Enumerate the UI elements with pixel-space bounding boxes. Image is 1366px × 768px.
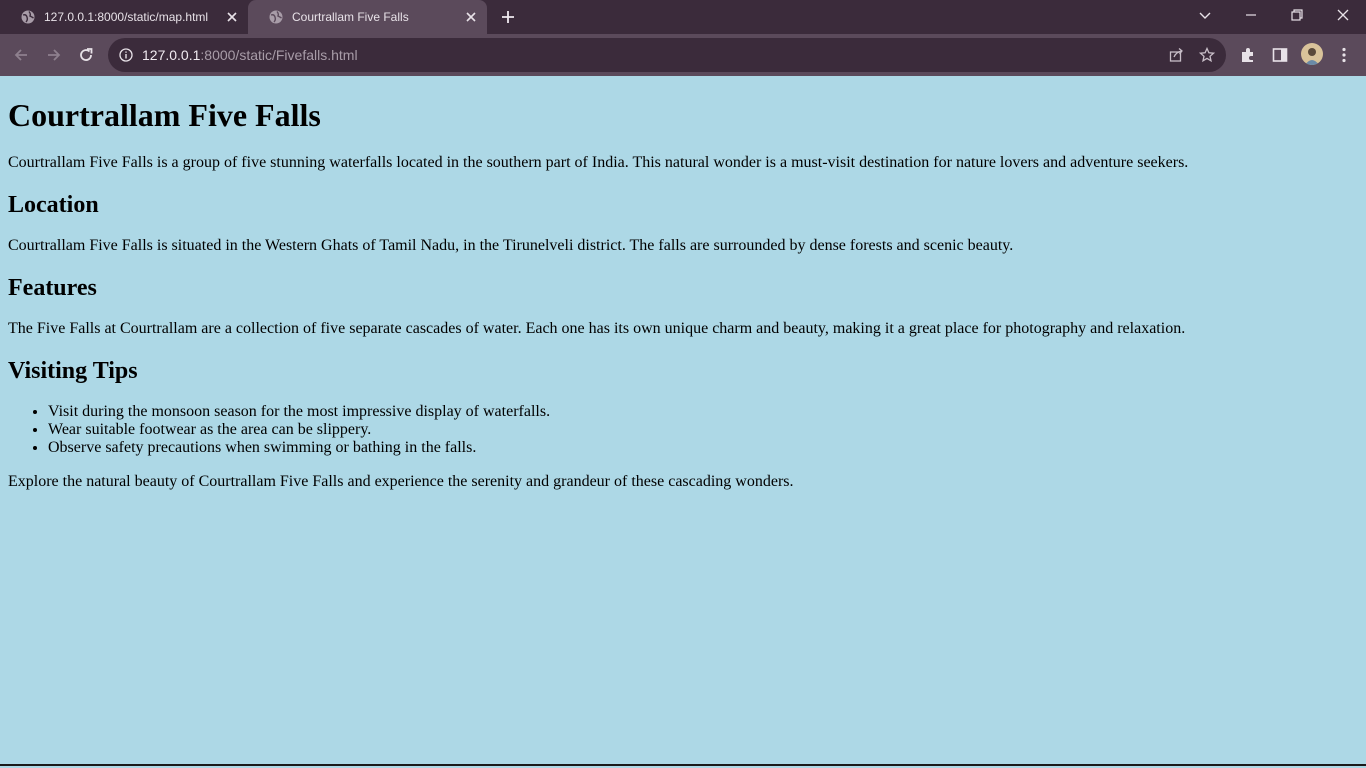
profile-avatar[interactable] xyxy=(1301,43,1323,65)
globe-icon xyxy=(21,10,35,24)
visiting-tips-heading: Visiting Tips xyxy=(8,358,138,384)
tab-search-icon[interactable] xyxy=(1197,7,1213,23)
globe-icon xyxy=(269,10,283,24)
browser-toolbar: 127.0.0.1:8000/static/Fivefalls.html xyxy=(0,34,1366,76)
url-host: 127.0.0.1 xyxy=(142,47,201,63)
close-icon[interactable] xyxy=(224,9,240,25)
side-panel-icon[interactable] xyxy=(1271,46,1289,64)
features-heading: Features xyxy=(8,275,97,301)
url-path: :8000/static/Fivefalls.html xyxy=(200,47,358,63)
info-icon[interactable] xyxy=(119,48,133,62)
restore-icon[interactable] xyxy=(1289,7,1305,23)
tab-strip: 127.0.0.1:8000/static/map.html Courtrall… xyxy=(0,0,1366,34)
closing-paragraph: Explore the natural beauty of Courtralla… xyxy=(8,473,794,490)
url-text[interactable]: 127.0.0.1:8000/static/Fivefalls.html xyxy=(142,38,358,72)
page-content: Courtrallam Five Falls Courtrallam Five … xyxy=(0,76,1366,766)
new-tab-icon[interactable] xyxy=(500,9,516,25)
bookmark-star-icon[interactable] xyxy=(1199,47,1215,63)
list-item: Observe safety precautions when swimming… xyxy=(48,439,1358,457)
tab-fivefalls[interactable]: Courtrallam Five Falls xyxy=(248,0,487,34)
location-heading: Location xyxy=(8,192,99,218)
menu-dots-icon[interactable] xyxy=(1335,46,1353,64)
address-bar[interactable]: 127.0.0.1:8000/static/Fivefalls.html xyxy=(108,38,1226,72)
visiting-tips-list: Visit during the monsoon season for the … xyxy=(8,403,1358,457)
avatar-icon xyxy=(1305,48,1319,65)
tab-title: Courtrallam Five Falls xyxy=(292,10,409,24)
location-paragraph: Courtrallam Five Falls is situated in th… xyxy=(8,237,1014,254)
extensions-icon[interactable] xyxy=(1239,46,1257,64)
close-icon[interactable] xyxy=(463,9,479,25)
window-bottom-border xyxy=(0,764,1366,766)
reload-icon[interactable] xyxy=(77,46,95,64)
intro-paragraph: Courtrallam Five Falls is a group of fiv… xyxy=(8,154,1189,171)
back-icon[interactable] xyxy=(12,46,30,64)
minimize-icon[interactable] xyxy=(1243,7,1259,23)
forward-icon[interactable] xyxy=(45,46,63,64)
close-window-icon[interactable] xyxy=(1335,7,1351,23)
share-icon[interactable] xyxy=(1168,47,1184,63)
tab-map[interactable]: 127.0.0.1:8000/static/map.html xyxy=(0,0,248,34)
tab-title: 127.0.0.1:8000/static/map.html xyxy=(44,10,209,24)
features-paragraph: The Five Falls at Courtrallam are a coll… xyxy=(8,320,1186,337)
page-title: Courtrallam Five Falls xyxy=(8,97,321,133)
list-item: Visit during the monsoon season for the … xyxy=(48,403,1358,421)
list-item: Wear suitable footwear as the area can b… xyxy=(48,421,1358,439)
